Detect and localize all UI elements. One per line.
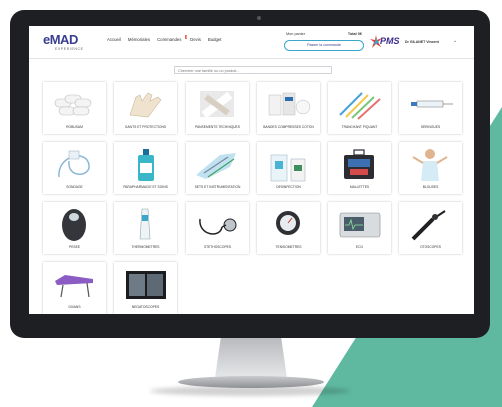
category-tile[interactable]: GANTS ET PROTECTIONS <box>114 82 177 134</box>
category-tile[interactable]: DESINFECTION <box>257 142 320 194</box>
category-label: NEGATOSCOPES <box>131 305 160 309</box>
compress-icon <box>268 92 311 116</box>
chevron-down-icon[interactable]: ⌄ <box>453 38 457 44</box>
category-label: PANSEMENTS TECHNIQUES <box>195 125 240 129</box>
rolls-icon <box>54 94 92 116</box>
category-label: PESEE <box>69 245 80 249</box>
nav-budget[interactable]: Budget <box>208 37 222 43</box>
category-tile[interactable]: BLOUSES <box>399 142 462 194</box>
category-tile[interactable]: BANDES COMPRESSES COTON <box>257 82 320 134</box>
nav-commandes[interactable]: Commandes 3 <box>157 35 188 43</box>
needles-icon <box>339 92 381 120</box>
exam-table-icon <box>55 275 93 298</box>
category-tile[interactable]: TENSIOMETRES <box>257 202 320 254</box>
stethoscope-icon <box>199 218 237 235</box>
cart-total: Total 0€ <box>347 32 362 36</box>
app-screen: eMAD EXPERIENCE Accueil Mémoriales Comma… <box>29 26 474 314</box>
bandage-icon <box>200 91 234 119</box>
category-label: THERMOMETRES <box>131 245 160 249</box>
emad-logo[interactable]: eMAD EXPERIENCE <box>43 32 103 52</box>
blood-pressure-icon <box>276 211 300 235</box>
category-label: SERINGUES <box>420 125 441 129</box>
pms-brand-logo: PMS <box>370 35 410 49</box>
webcam-icon <box>257 16 261 20</box>
medical-bag-icon <box>344 149 374 179</box>
nav-commandes-label: Commandes <box>157 37 182 42</box>
ecg-icon <box>339 212 381 238</box>
checkout-button[interactable]: Passer la commande <box>284 40 364 51</box>
category-tile[interactable]: PANSEMENTS TECHNIQUES <box>186 82 249 134</box>
category-label: ECG <box>355 245 364 249</box>
category-label: TRANCHANT PIQUANT <box>341 125 378 129</box>
category-label: GANTS ET PROTECTIONS <box>124 125 167 129</box>
category-label: OTOSCOPES <box>420 245 441 249</box>
search-input[interactable]: Chercher une famille ou un produit... <box>174 66 332 74</box>
gloves-icon <box>129 92 162 118</box>
category-tile[interactable]: OTOSCOPES <box>399 202 462 254</box>
commandes-badge: 3 <box>185 35 188 39</box>
category-tile[interactable]: TRANCHANT PIQUANT <box>328 82 391 134</box>
user-name[interactable]: Dr GILANET Vincent <box>405 40 439 44</box>
category-label: MALLETTES <box>349 185 370 189</box>
category-label: ROBUSAM <box>66 125 83 129</box>
top-header: eMAD EXPERIENCE Accueil Mémoriales Comma… <box>29 26 474 59</box>
category-label: SETS ET INSTRUMENTATION <box>194 185 241 189</box>
category-label: BLOUSES <box>422 185 439 189</box>
category-label: PARAPHARMACIE ET SOINS <box>123 185 168 189</box>
category-label: SONDAGE <box>66 185 83 189</box>
instruments-icon <box>196 153 236 179</box>
category-tile[interactable]: ROBUSAM <box>43 82 106 134</box>
category-label: DESINFECTION <box>276 185 301 189</box>
bottle-icon <box>138 149 154 181</box>
nav-accueil[interactable]: Accueil <box>107 37 121 43</box>
category-tile[interactable]: PARAPHARMACIE ET SOINS <box>114 142 177 194</box>
category-tile[interactable]: SONDAGE <box>43 142 106 194</box>
category-label: TENSIOMETRES <box>275 245 302 249</box>
cart-label: Mon panier <box>286 32 305 36</box>
category-tile[interactable]: THERMOMETRES <box>114 202 177 254</box>
monitor-stand-neck <box>215 338 287 378</box>
catheter-icon <box>58 150 90 178</box>
xray-viewer-icon <box>126 271 166 299</box>
category-tile[interactable]: NEGATOSCOPES <box>114 262 177 314</box>
main-nav: Accueil Mémoriales Commandes 3 Devis Budg… <box>107 35 222 43</box>
otoscope-icon <box>411 210 446 241</box>
nav-devis[interactable]: Devis <box>190 37 201 43</box>
nav-memoriales[interactable]: Mémoriales <box>128 37 150 43</box>
category-tile[interactable]: PESEE <box>43 202 106 254</box>
category-tile[interactable]: DIVANS <box>43 262 106 314</box>
monitor-stand-base <box>178 376 324 388</box>
category-label: BANDES COMPRESSES COTON <box>263 125 314 129</box>
logo-main-text: eMAD <box>43 32 78 47</box>
syringe-icon <box>411 100 453 108</box>
disinfectant-icon <box>270 154 306 182</box>
nurse-icon <box>412 149 448 181</box>
category-tile[interactable]: ECG <box>328 202 391 254</box>
category-tile[interactable]: MALLETTES <box>328 142 391 194</box>
category-label: STETHOSCOPES <box>203 245 232 249</box>
category-tile[interactable]: SETS ET INSTRUMENTATION <box>186 142 249 194</box>
category-tile[interactable]: STETHOSCOPES <box>186 202 249 254</box>
cart-panel: Mon panier Total 0€ Passer la commande <box>284 30 364 54</box>
logo-sub-text: EXPERIENCE <box>55 47 84 51</box>
scale-icon <box>62 209 86 241</box>
category-label: DIVANS <box>68 305 81 309</box>
category-tile[interactable]: SERINGUES <box>399 82 462 134</box>
thermometer-icon <box>139 208 151 240</box>
brand-name: PMS <box>380 36 400 46</box>
